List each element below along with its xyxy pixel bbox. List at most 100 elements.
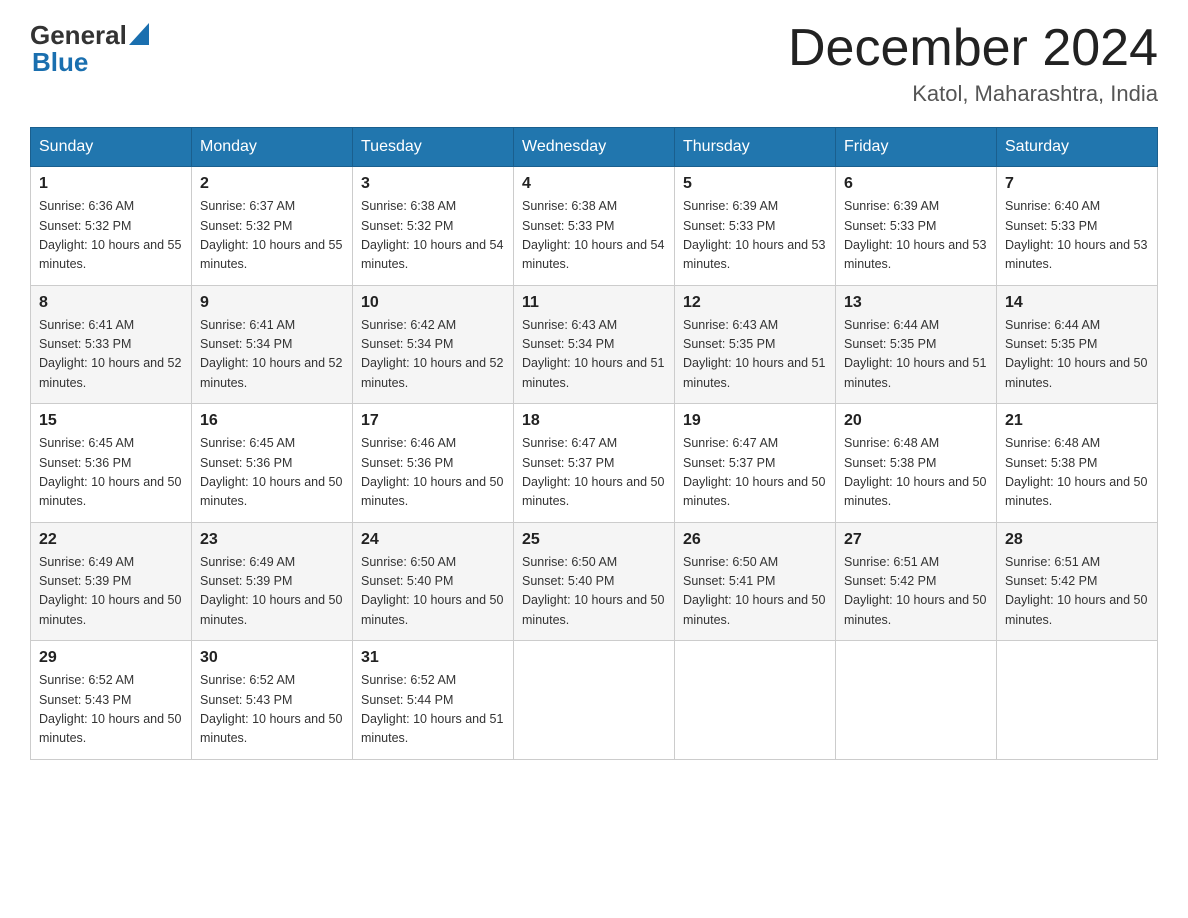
day-info: Sunrise: 6:39 AMSunset: 5:33 PMDaylight:… — [683, 197, 827, 275]
day-info: Sunrise: 6:44 AMSunset: 5:35 PMDaylight:… — [1005, 316, 1149, 394]
calendar-cell: 19 Sunrise: 6:47 AMSunset: 5:37 PMDaylig… — [675, 404, 836, 523]
calendar-row-5: 29 Sunrise: 6:52 AMSunset: 5:43 PMDaylig… — [31, 641, 1158, 760]
day-number: 5 — [683, 175, 827, 193]
day-info: Sunrise: 6:48 AMSunset: 5:38 PMDaylight:… — [1005, 434, 1149, 512]
day-info: Sunrise: 6:46 AMSunset: 5:36 PMDaylight:… — [361, 434, 505, 512]
calendar-cell: 3 Sunrise: 6:38 AMSunset: 5:32 PMDayligh… — [353, 167, 514, 286]
calendar-row-3: 15 Sunrise: 6:45 AMSunset: 5:36 PMDaylig… — [31, 404, 1158, 523]
calendar-cell: 4 Sunrise: 6:38 AMSunset: 5:33 PMDayligh… — [514, 167, 675, 286]
day-number: 3 — [361, 175, 505, 193]
day-info: Sunrise: 6:45 AMSunset: 5:36 PMDaylight:… — [39, 434, 183, 512]
day-info: Sunrise: 6:38 AMSunset: 5:32 PMDaylight:… — [361, 197, 505, 275]
day-info: Sunrise: 6:41 AMSunset: 5:34 PMDaylight:… — [200, 316, 344, 394]
calendar-cell: 25 Sunrise: 6:50 AMSunset: 5:40 PMDaylig… — [514, 522, 675, 641]
day-info: Sunrise: 6:37 AMSunset: 5:32 PMDaylight:… — [200, 197, 344, 275]
day-number: 4 — [522, 175, 666, 193]
day-info: Sunrise: 6:50 AMSunset: 5:40 PMDaylight:… — [522, 553, 666, 631]
calendar-cell: 20 Sunrise: 6:48 AMSunset: 5:38 PMDaylig… — [836, 404, 997, 523]
day-info: Sunrise: 6:43 AMSunset: 5:34 PMDaylight:… — [522, 316, 666, 394]
calendar-cell: 30 Sunrise: 6:52 AMSunset: 5:43 PMDaylig… — [192, 641, 353, 760]
calendar-cell: 14 Sunrise: 6:44 AMSunset: 5:35 PMDaylig… — [997, 285, 1158, 404]
day-number: 8 — [39, 294, 183, 312]
day-number: 24 — [361, 531, 505, 549]
calendar-cell: 27 Sunrise: 6:51 AMSunset: 5:42 PMDaylig… — [836, 522, 997, 641]
day-info: Sunrise: 6:43 AMSunset: 5:35 PMDaylight:… — [683, 316, 827, 394]
calendar-table: Sunday Monday Tuesday Wednesday Thursday… — [30, 127, 1158, 760]
day-info: Sunrise: 6:49 AMSunset: 5:39 PMDaylight:… — [200, 553, 344, 631]
day-info: Sunrise: 6:38 AMSunset: 5:33 PMDaylight:… — [522, 197, 666, 275]
location-title: Katol, Maharashtra, India — [788, 81, 1158, 107]
day-number: 28 — [1005, 531, 1149, 549]
calendar-cell — [836, 641, 997, 760]
day-number: 27 — [844, 531, 988, 549]
day-info: Sunrise: 6:41 AMSunset: 5:33 PMDaylight:… — [39, 316, 183, 394]
calendar-cell: 10 Sunrise: 6:42 AMSunset: 5:34 PMDaylig… — [353, 285, 514, 404]
calendar-cell: 5 Sunrise: 6:39 AMSunset: 5:33 PMDayligh… — [675, 167, 836, 286]
day-number: 12 — [683, 294, 827, 312]
calendar-cell: 6 Sunrise: 6:39 AMSunset: 5:33 PMDayligh… — [836, 167, 997, 286]
day-number: 18 — [522, 412, 666, 430]
day-number: 19 — [683, 412, 827, 430]
day-info: Sunrise: 6:36 AMSunset: 5:32 PMDaylight:… — [39, 197, 183, 275]
day-info: Sunrise: 6:48 AMSunset: 5:38 PMDaylight:… — [844, 434, 988, 512]
day-number: 1 — [39, 175, 183, 193]
day-info: Sunrise: 6:39 AMSunset: 5:33 PMDaylight:… — [844, 197, 988, 275]
calendar-cell: 7 Sunrise: 6:40 AMSunset: 5:33 PMDayligh… — [997, 167, 1158, 286]
day-number: 16 — [200, 412, 344, 430]
calendar-cell: 18 Sunrise: 6:47 AMSunset: 5:37 PMDaylig… — [514, 404, 675, 523]
calendar-cell — [514, 641, 675, 760]
calendar-cell: 29 Sunrise: 6:52 AMSunset: 5:43 PMDaylig… — [31, 641, 192, 760]
day-number: 31 — [361, 649, 505, 667]
day-number: 10 — [361, 294, 505, 312]
calendar-cell: 11 Sunrise: 6:43 AMSunset: 5:34 PMDaylig… — [514, 285, 675, 404]
day-number: 29 — [39, 649, 183, 667]
calendar-cell: 23 Sunrise: 6:49 AMSunset: 5:39 PMDaylig… — [192, 522, 353, 641]
col-monday: Monday — [192, 128, 353, 167]
day-number: 30 — [200, 649, 344, 667]
logo: General Blue — [30, 20, 149, 78]
calendar-cell: 8 Sunrise: 6:41 AMSunset: 5:33 PMDayligh… — [31, 285, 192, 404]
day-info: Sunrise: 6:47 AMSunset: 5:37 PMDaylight:… — [683, 434, 827, 512]
calendar-cell: 16 Sunrise: 6:45 AMSunset: 5:36 PMDaylig… — [192, 404, 353, 523]
calendar-cell: 21 Sunrise: 6:48 AMSunset: 5:38 PMDaylig… — [997, 404, 1158, 523]
calendar-cell: 26 Sunrise: 6:50 AMSunset: 5:41 PMDaylig… — [675, 522, 836, 641]
day-number: 2 — [200, 175, 344, 193]
day-number: 20 — [844, 412, 988, 430]
calendar-cell: 24 Sunrise: 6:50 AMSunset: 5:40 PMDaylig… — [353, 522, 514, 641]
day-info: Sunrise: 6:50 AMSunset: 5:40 PMDaylight:… — [361, 553, 505, 631]
calendar-cell: 15 Sunrise: 6:45 AMSunset: 5:36 PMDaylig… — [31, 404, 192, 523]
calendar-row-1: 1 Sunrise: 6:36 AMSunset: 5:32 PMDayligh… — [31, 167, 1158, 286]
day-number: 6 — [844, 175, 988, 193]
col-saturday: Saturday — [997, 128, 1158, 167]
day-number: 13 — [844, 294, 988, 312]
calendar-cell: 28 Sunrise: 6:51 AMSunset: 5:42 PMDaylig… — [997, 522, 1158, 641]
day-number: 9 — [200, 294, 344, 312]
col-sunday: Sunday — [31, 128, 192, 167]
calendar-cell: 12 Sunrise: 6:43 AMSunset: 5:35 PMDaylig… — [675, 285, 836, 404]
day-info: Sunrise: 6:47 AMSunset: 5:37 PMDaylight:… — [522, 434, 666, 512]
logo-icon — [129, 23, 149, 45]
calendar-cell: 1 Sunrise: 6:36 AMSunset: 5:32 PMDayligh… — [31, 167, 192, 286]
day-info: Sunrise: 6:42 AMSunset: 5:34 PMDaylight:… — [361, 316, 505, 394]
logo-blue: Blue — [32, 47, 88, 78]
day-number: 26 — [683, 531, 827, 549]
day-info: Sunrise: 6:45 AMSunset: 5:36 PMDaylight:… — [200, 434, 344, 512]
calendar-cell: 9 Sunrise: 6:41 AMSunset: 5:34 PMDayligh… — [192, 285, 353, 404]
day-info: Sunrise: 6:52 AMSunset: 5:44 PMDaylight:… — [361, 671, 505, 749]
calendar-cell: 31 Sunrise: 6:52 AMSunset: 5:44 PMDaylig… — [353, 641, 514, 760]
day-info: Sunrise: 6:50 AMSunset: 5:41 PMDaylight:… — [683, 553, 827, 631]
day-info: Sunrise: 6:49 AMSunset: 5:39 PMDaylight:… — [39, 553, 183, 631]
calendar-cell — [997, 641, 1158, 760]
day-number: 14 — [1005, 294, 1149, 312]
page-header: General Blue December 2024 Katol, Mahara… — [30, 20, 1158, 107]
day-info: Sunrise: 6:44 AMSunset: 5:35 PMDaylight:… — [844, 316, 988, 394]
col-tuesday: Tuesday — [353, 128, 514, 167]
day-info: Sunrise: 6:52 AMSunset: 5:43 PMDaylight:… — [39, 671, 183, 749]
calendar-cell — [675, 641, 836, 760]
col-thursday: Thursday — [675, 128, 836, 167]
day-number: 15 — [39, 412, 183, 430]
day-number: 11 — [522, 294, 666, 312]
day-number: 23 — [200, 531, 344, 549]
calendar-cell: 2 Sunrise: 6:37 AMSunset: 5:32 PMDayligh… — [192, 167, 353, 286]
day-number: 7 — [1005, 175, 1149, 193]
